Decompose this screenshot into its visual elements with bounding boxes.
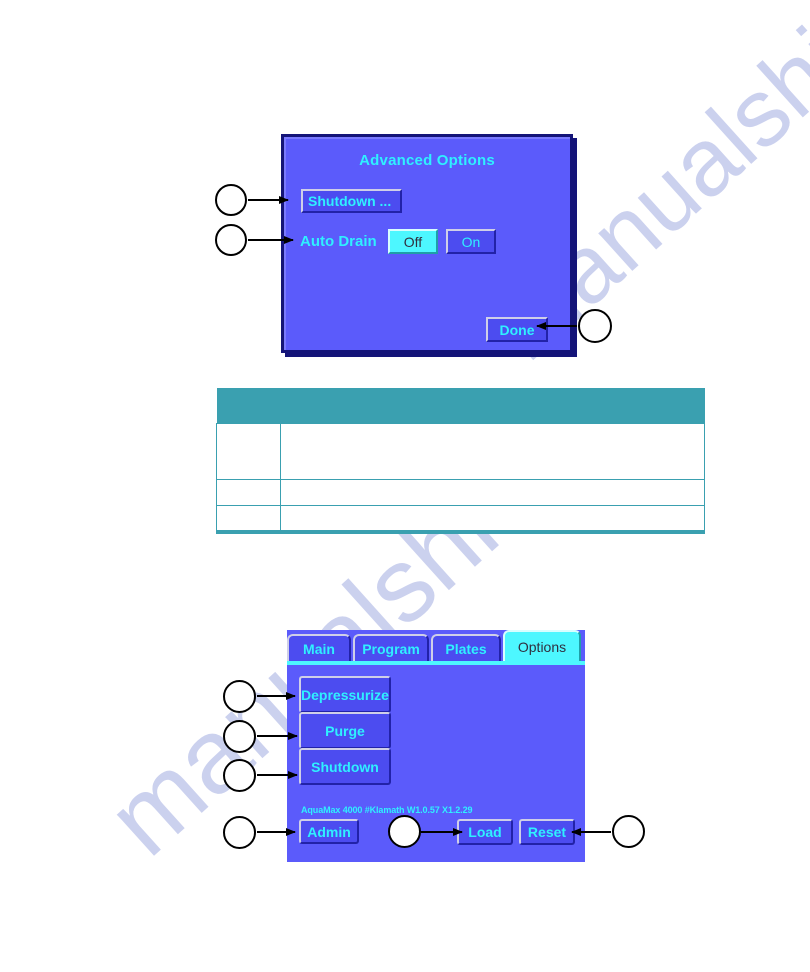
shutdown-dialog-button[interactable]: Shutdown ...	[301, 189, 402, 213]
callout-circle-done	[578, 309, 612, 343]
callout-circle-depressurize	[223, 680, 256, 713]
shutdown-button[interactable]: Shutdown	[299, 748, 391, 785]
spec-table	[216, 388, 705, 534]
purge-button[interactable]: Purge	[299, 712, 391, 749]
table-cell-desc	[280, 505, 705, 533]
done-button[interactable]: Done	[486, 317, 548, 342]
reset-button[interactable]: Reset	[519, 819, 575, 845]
tab-plates[interactable]: Plates	[431, 634, 501, 661]
admin-button[interactable]: Admin	[299, 819, 359, 844]
table-row	[216, 422, 705, 481]
callout-circle-shutdown	[215, 184, 247, 216]
callout-circle-auto-drain	[215, 224, 247, 256]
table-cell-num	[216, 479, 281, 507]
load-button[interactable]: Load	[457, 819, 513, 845]
advanced-options-dialog: Advanced Options Shutdown ... Auto Drain…	[281, 134, 573, 353]
callout-circle-admin	[223, 816, 256, 849]
options-body: Depressurize Purge Shutdown AquaMax 4000…	[287, 665, 585, 862]
tab-strip: Main Program Plates Options	[287, 630, 585, 661]
auto-drain-label: Auto Drain	[300, 233, 377, 250]
table-header-row	[216, 388, 705, 424]
table-cell-num	[216, 422, 281, 481]
table-header-num	[216, 388, 281, 424]
tab-program[interactable]: Program	[353, 634, 429, 661]
version-text: AquaMax 4000 #Klamath W1.0.57 X1.2.29	[301, 805, 473, 815]
table-header-desc	[280, 388, 705, 424]
callout-circle-purge	[223, 720, 256, 753]
table-row	[216, 479, 705, 507]
table-row	[216, 505, 705, 533]
depressurize-button[interactable]: Depressurize	[299, 676, 391, 713]
tab-options[interactable]: Options	[503, 630, 581, 661]
callout-circle-reset	[612, 815, 645, 848]
tab-main[interactable]: Main	[287, 634, 351, 661]
options-tab-screen: Main Program Plates Options Depressurize…	[287, 630, 585, 862]
table-cell-desc	[280, 479, 705, 507]
auto-drain-off-button[interactable]: Off	[388, 229, 438, 254]
table-cell-num	[216, 505, 281, 533]
page-title: Advanced Options	[359, 152, 495, 169]
auto-drain-on-button[interactable]: On	[446, 229, 496, 254]
table-cell-desc	[280, 422, 705, 481]
callout-circle-shutdown-2	[223, 759, 256, 792]
